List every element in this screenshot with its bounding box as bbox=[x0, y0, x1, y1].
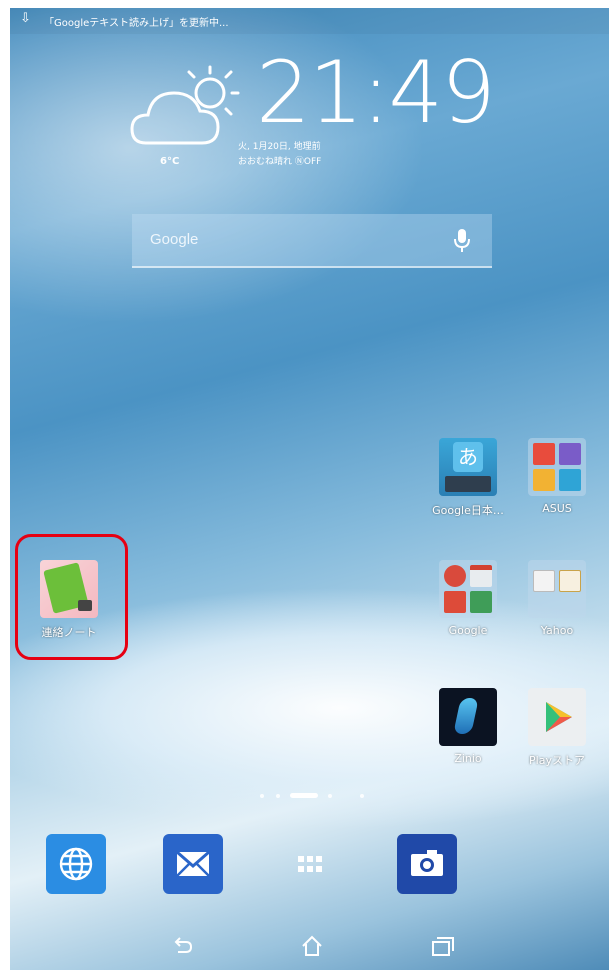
mic-icon[interactable] bbox=[452, 227, 472, 253]
page-dot-active bbox=[290, 793, 318, 798]
app-label: Google bbox=[448, 624, 488, 637]
app-play-store[interactable]: Playストア bbox=[512, 688, 602, 768]
forecast-text: おおむね晴れ ⓃOFF bbox=[238, 157, 322, 167]
apps-grid-icon bbox=[298, 856, 322, 872]
google-folder-icon bbox=[439, 560, 497, 618]
dock-email[interactable] bbox=[163, 834, 223, 894]
download-icon: ⇩ bbox=[20, 11, 31, 26]
dock-camera[interactable] bbox=[397, 834, 457, 894]
page-indicator bbox=[256, 791, 376, 801]
highlight-annotation bbox=[15, 534, 128, 660]
folder-google[interactable]: Google bbox=[423, 560, 513, 637]
play-store-icon bbox=[528, 688, 586, 746]
dock-app-drawer[interactable] bbox=[280, 834, 340, 894]
asus-folder-icon bbox=[528, 438, 586, 496]
status-notification-text: 「Googleテキスト読み上げ」を更新中... bbox=[44, 18, 229, 29]
page-dot bbox=[360, 794, 364, 798]
app-google-japanese-input[interactable]: あ Google日本… bbox=[423, 438, 513, 518]
folder-asus[interactable]: ASUS bbox=[512, 438, 602, 515]
mail-icon bbox=[176, 850, 210, 877]
page-dot bbox=[276, 794, 280, 798]
recents-icon[interactable] bbox=[428, 932, 456, 960]
dock-browser[interactable] bbox=[46, 834, 106, 894]
google-search-bar[interactable]: Google bbox=[132, 214, 492, 268]
weather-cloud-sun-icon bbox=[130, 65, 240, 145]
back-icon[interactable] bbox=[168, 932, 196, 960]
date-text: 火, 1月20日, 地理前 bbox=[238, 142, 321, 152]
home-icon[interactable] bbox=[298, 932, 326, 960]
status-bar[interactable]: ⇩ 「Googleテキスト読み上げ」を更新中... bbox=[10, 8, 609, 34]
globe-icon bbox=[59, 847, 93, 881]
app-label: Google日本… bbox=[432, 504, 504, 517]
zinio-icon bbox=[439, 688, 497, 746]
yahoo-folder-icon bbox=[528, 560, 586, 618]
app-label: Playストア bbox=[529, 754, 585, 767]
search-label: Google bbox=[150, 231, 199, 248]
camera-icon bbox=[411, 850, 443, 876]
app-zinio[interactable]: Zinio bbox=[423, 688, 513, 765]
clock-time[interactable]: 21:49 bbox=[256, 50, 496, 136]
google-japanese-input-icon: あ bbox=[439, 438, 497, 496]
app-label: Zinio bbox=[454, 752, 482, 765]
app-label: ASUS bbox=[542, 502, 572, 515]
app-label: Yahoo bbox=[540, 624, 574, 637]
temperature-text: 6°C bbox=[160, 156, 180, 167]
home-screen: ⇩ 「Googleテキスト読み上げ」を更新中... 6°C 21:49 火, 1… bbox=[10, 8, 609, 970]
page-dot bbox=[328, 794, 332, 798]
folder-yahoo[interactable]: Yahoo bbox=[512, 560, 602, 637]
page-dot bbox=[260, 794, 264, 798]
